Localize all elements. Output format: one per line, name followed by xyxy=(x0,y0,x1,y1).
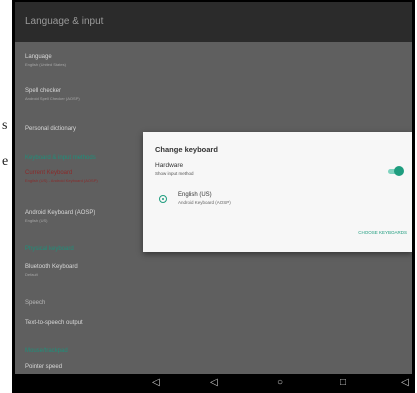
show-input-method-toggle[interactable] xyxy=(386,166,404,176)
app-bar: Language & input xyxy=(15,2,412,42)
section-header-keyboard: Keyboard & input methods xyxy=(25,155,96,161)
section-header-speech: Speech xyxy=(25,300,45,306)
setting-title: Text-to-speech output xyxy=(25,320,83,326)
setting-subtitle: English (United States) xyxy=(25,62,66,67)
left-page-edge: s e xyxy=(0,0,12,393)
keyboard-radio[interactable] xyxy=(159,195,167,203)
section-title: Speech xyxy=(25,300,46,306)
setting-subtitle: Android Spell Checker (AOSP) xyxy=(25,96,80,101)
toggle-thumb xyxy=(394,166,404,176)
setting-title: Personal dictionary xyxy=(25,126,77,132)
setting-title: Current Keyboard xyxy=(25,170,73,176)
section-title: Mouse/trackpad xyxy=(25,348,68,354)
volume-down-icon[interactable]: ◁ xyxy=(152,377,160,389)
screen: Language & input Language English (Unite… xyxy=(15,2,412,374)
volume-up-icon[interactable]: ◁ xyxy=(401,377,409,389)
setting-android-keyboard[interactable]: Android Keyboard (AOSP) English (US) xyxy=(25,210,95,223)
dialog-title: Change keyboard xyxy=(155,145,218,154)
recents-icon[interactable]: □ xyxy=(340,377,346,389)
back-icon[interactable]: ◁ xyxy=(210,377,218,389)
setting-bluetooth-keyboard[interactable]: Bluetooth Keyboard Default xyxy=(25,264,78,277)
setting-subtitle: English (US) - Android Keyboard (AOSP) xyxy=(25,178,98,183)
radio-selected-dot xyxy=(161,197,164,200)
setting-personal-dictionary[interactable]: Personal dictionary xyxy=(25,126,76,132)
hardware-sublabel: Show input method xyxy=(155,171,194,176)
setting-spell-checker[interactable]: Spell checker Android Spell Checker (AOS… xyxy=(25,88,80,101)
setting-title: Language xyxy=(25,54,52,60)
keyboard-option-label[interactable]: English (US) xyxy=(178,192,212,198)
edge-text-fragment: s xyxy=(2,118,8,133)
setting-subtitle: English (US) xyxy=(25,218,48,223)
home-icon[interactable]: ○ xyxy=(277,377,283,389)
section-title: Keyboard & input methods xyxy=(25,155,96,161)
setting-title: Android Keyboard (AOSP) xyxy=(25,210,96,216)
setting-title: Bluetooth Keyboard xyxy=(25,264,78,270)
setting-subtitle: Default xyxy=(25,272,38,277)
section-title: Physical keyboard xyxy=(25,246,74,252)
section-header-mouse: Mouse/trackpad xyxy=(25,348,68,354)
setting-title: Spell checker xyxy=(25,88,62,94)
hardware-label: Hardware xyxy=(155,162,184,169)
setting-tts-output[interactable]: Text-to-speech output xyxy=(25,320,83,326)
keyboard-option-sublabel: Android Keyboard (AOSP) xyxy=(178,200,231,205)
device-frame: Language & input Language English (Unite… xyxy=(12,0,415,393)
edge-text-fragment: e xyxy=(2,154,9,169)
setting-pointer-speed[interactable]: Pointer speed xyxy=(25,364,62,370)
setting-title: Pointer speed xyxy=(25,364,63,370)
change-keyboard-dialog: Change keyboard Hardware Show input meth… xyxy=(143,132,412,252)
setting-current-keyboard[interactable]: Current Keyboard English (US) - Android … xyxy=(25,170,98,183)
page-title: Language & input xyxy=(25,16,104,27)
system-nav-bar: ◁ ◁ ○ □ ◁ xyxy=(15,374,412,393)
section-header-physical: Physical keyboard xyxy=(25,246,74,252)
setting-language[interactable]: Language English (United States) xyxy=(25,54,66,67)
choose-keyboards-button[interactable]: CHOOSE KEYBOARDS xyxy=(358,230,407,235)
